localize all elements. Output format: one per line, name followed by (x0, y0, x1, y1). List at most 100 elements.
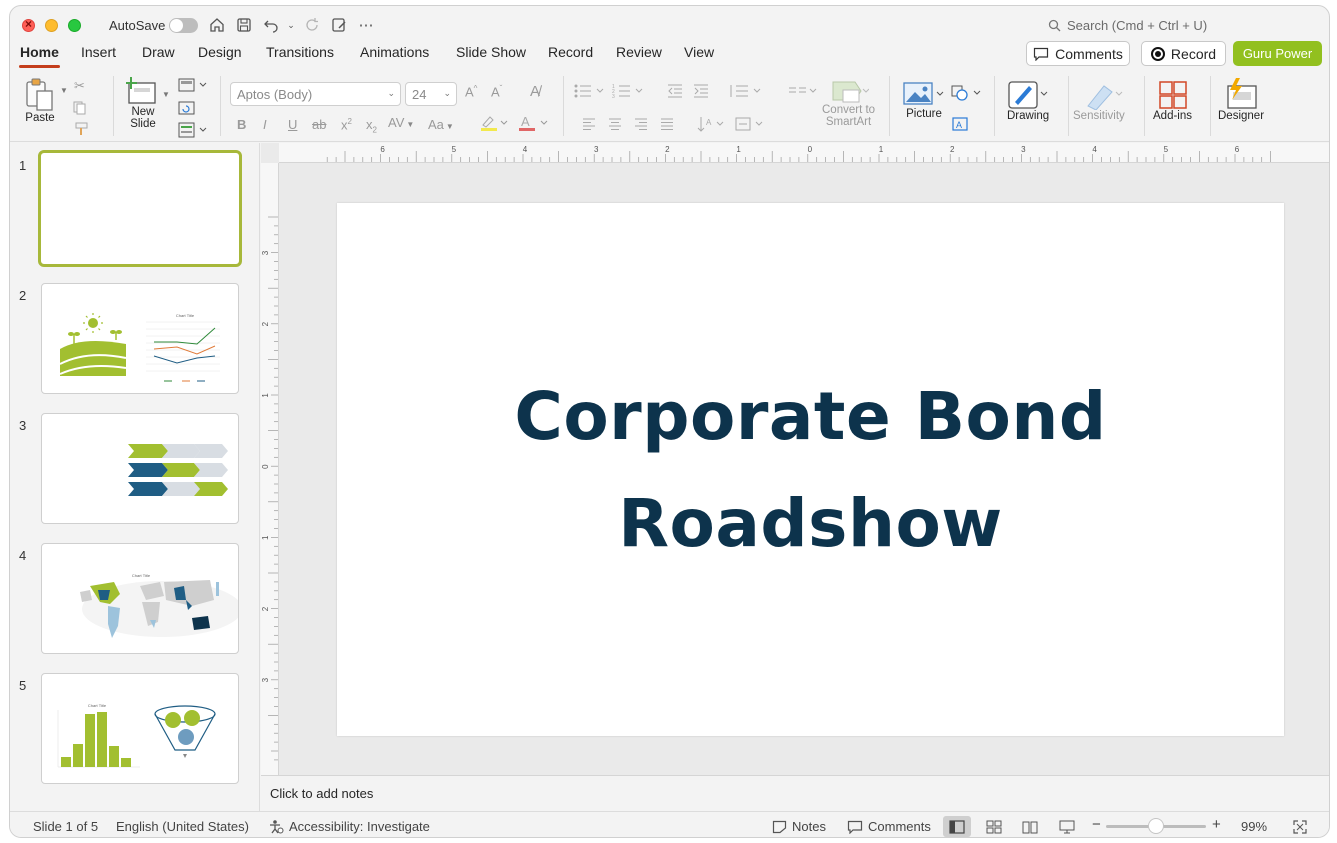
slide-thumbnail-2[interactable]: Chart Title (41, 283, 239, 394)
tab-review[interactable]: Review (616, 44, 662, 60)
copy-icon[interactable] (73, 101, 91, 118)
minimize-window-button[interactable] (45, 19, 58, 32)
tab-animations[interactable]: Animations (360, 44, 429, 60)
numbering-icon[interactable]: 123 (612, 83, 646, 102)
search-box[interactable]: Search (Cmd + Ctrl + U) (1048, 18, 1207, 33)
notes-toggle-button[interactable]: Notes (772, 819, 826, 834)
tab-view[interactable]: View (684, 44, 714, 60)
slide-thumbnail-1[interactable] (38, 150, 242, 267)
reset-slide-icon[interactable] (178, 101, 196, 118)
increase-font-icon[interactable]: A^ (465, 84, 477, 99)
slide-thumbnail-3[interactable] (41, 413, 239, 524)
font-size-select[interactable]: 24 ⌄ (405, 82, 457, 106)
fit-to-window-button[interactable] (1286, 816, 1314, 837)
highlight-icon[interactable] (480, 114, 510, 135)
zoom-out-button[interactable]: − (1092, 816, 1101, 833)
save-as-icon[interactable] (329, 15, 349, 35)
tab-design[interactable]: Design (198, 44, 242, 60)
designer-button[interactable]: Designer (1218, 78, 1264, 122)
format-painter-icon[interactable] (74, 122, 90, 139)
tab-slide-show[interactable]: Slide Show (456, 44, 526, 60)
change-case-icon[interactable]: Aa ▼ (428, 117, 454, 132)
new-slide-button[interactable]: New Slide (126, 76, 160, 130)
undo-dropdown-icon[interactable]: ⌄ (281, 15, 301, 35)
tab-draw[interactable]: Draw (142, 44, 175, 60)
new-slide-label-1: New (131, 106, 155, 118)
convert-label-2: SmartArt (825, 116, 872, 128)
slide-thumbnail-5[interactable]: Chart Title (41, 673, 239, 784)
autosave-toggle[interactable] (169, 18, 198, 33)
slide-title-placeholder[interactable]: Corporate Bond Roadshow (491, 363, 1131, 577)
notes-pane[interactable]: Click to add notes (261, 775, 1329, 811)
comments-toggle-button[interactable]: Comments (847, 819, 931, 834)
reading-view-button[interactable] (1016, 816, 1044, 837)
slide-thumbnail-pane[interactable]: 1 2 Chart Title 3 4 Chart Title 5 Chart … (10, 143, 260, 811)
increase-indent-icon[interactable] (693, 83, 709, 102)
record-button[interactable]: Record (1141, 41, 1226, 66)
decrease-font-icon[interactable]: Aˇ (491, 84, 502, 99)
character-spacing-icon[interactable]: AV ▼ (388, 115, 414, 130)
normal-view-button[interactable] (943, 816, 971, 837)
guru-power-button[interactable]: Guru Power (1233, 41, 1322, 66)
zoom-level[interactable]: 99% (1241, 819, 1267, 834)
font-color-icon[interactable]: A (518, 114, 550, 135)
close-window-button[interactable] (22, 17, 35, 32)
slide-sorter-button[interactable] (980, 816, 1008, 837)
tab-record[interactable]: Record (548, 44, 593, 60)
drawing-icon (1007, 80, 1049, 110)
strikethrough-icon[interactable]: ab (312, 117, 326, 132)
line-spacing-icon[interactable] (728, 83, 762, 102)
superscript-icon[interactable]: x2 (341, 117, 352, 132)
align-right-icon[interactable] (634, 117, 648, 134)
columns-icon[interactable] (788, 83, 818, 102)
comments-status-label: Comments (868, 819, 931, 834)
addins-button[interactable]: Add-ins (1153, 80, 1192, 122)
section-icon[interactable] (178, 122, 208, 141)
slide-canvas[interactable]: Corporate Bond Roadshow (337, 203, 1284, 736)
paste-dropdown-icon[interactable]: ▼ (60, 86, 68, 95)
more-icon[interactable]: ⋯ (356, 15, 376, 35)
font-name-select[interactable]: Aptos (Body) ⌄ (230, 82, 401, 106)
tab-transitions[interactable]: Transitions (266, 44, 334, 60)
home-icon[interactable] (207, 15, 227, 35)
align-left-icon[interactable] (582, 117, 596, 134)
horizontal-ruler[interactable]: 6 5 4 3 2 1 0 1 2 3 4 5 6 (279, 143, 1329, 163)
save-icon[interactable] (234, 15, 254, 35)
paste-button[interactable]: Paste (24, 78, 56, 124)
align-text-icon[interactable] (734, 115, 764, 136)
slide-show-button[interactable] (1053, 816, 1081, 837)
bullets-icon[interactable] (573, 83, 607, 102)
align-center-icon[interactable] (608, 117, 622, 134)
clear-formatting-icon[interactable]: A̸ (530, 83, 540, 100)
justify-icon[interactable] (660, 117, 674, 134)
subscript-icon[interactable]: x2 (366, 117, 377, 135)
cut-icon[interactable]: ✂ (74, 78, 85, 94)
zoom-in-button[interactable]: + (1212, 816, 1221, 833)
shapes-icon[interactable] (950, 84, 984, 105)
undo-icon[interactable] (261, 15, 281, 35)
zoom-slider-handle[interactable] (1148, 818, 1164, 834)
decrease-indent-icon[interactable] (667, 83, 683, 102)
maximize-window-button[interactable] (68, 19, 81, 32)
text-box-icon[interactable]: A (951, 116, 969, 135)
tab-insert[interactable]: Insert (81, 44, 116, 60)
sensitivity-button[interactable]: Sensitivity (1073, 80, 1125, 122)
comments-button[interactable]: Comments (1026, 41, 1130, 66)
slide-thumbnail-4[interactable]: Chart Title (41, 543, 239, 654)
vertical-ruler[interactable]: 3 2 1 0 1 2 3 (261, 163, 279, 775)
designer-label: Designer (1218, 110, 1265, 122)
underline-icon[interactable]: U (288, 117, 297, 132)
layout-icon[interactable] (178, 78, 208, 95)
designer-icon (1224, 78, 1258, 110)
picture-button[interactable]: Picture (903, 80, 945, 120)
redo-icon[interactable] (302, 15, 322, 35)
new-slide-dropdown-icon[interactable]: ▼ (162, 90, 170, 99)
convert-smartart-button[interactable]: Convert to SmartArt (822, 80, 875, 128)
bold-icon[interactable]: B (237, 117, 246, 132)
tab-home[interactable]: Home (19, 44, 60, 68)
text-direction-icon[interactable]: A (697, 115, 725, 136)
accessibility-indicator[interactable]: Accessibility: Investigate (269, 819, 430, 834)
drawing-button[interactable]: Drawing (1007, 80, 1049, 122)
language-indicator[interactable]: English (United States) (116, 819, 249, 834)
italic-icon[interactable]: I (263, 117, 267, 132)
